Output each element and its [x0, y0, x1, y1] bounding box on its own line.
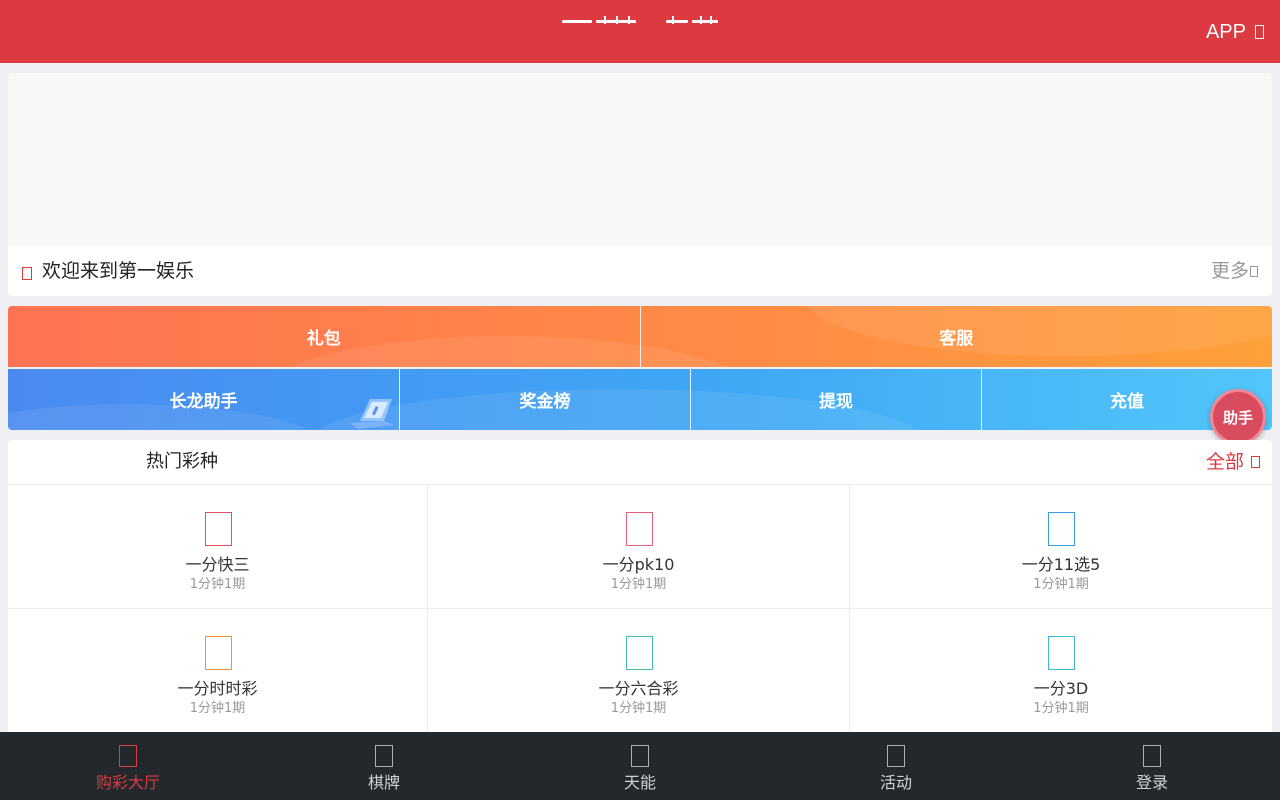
activity-icon: [887, 745, 905, 767]
lottery-icon: [204, 512, 232, 546]
notice-bar[interactable]: 欢迎来到第一娱乐 更多: [8, 246, 1272, 296]
tab-energy[interactable]: 天能: [512, 732, 768, 800]
lottery-icon: [625, 512, 653, 546]
banner-card: 欢迎来到第一娱乐 更多: [8, 73, 1272, 296]
notice-text: 欢迎来到第一娱乐: [42, 260, 195, 282]
user-icon: [1143, 745, 1161, 767]
tab-label: 活动: [879, 773, 912, 792]
lottery-name: 一分11选5: [1021, 555, 1101, 574]
gift-label: 礼包: [306, 329, 341, 349]
customer-service-button[interactable]: 客服: [639, 306, 1273, 367]
withdraw-label: 提现: [819, 392, 853, 412]
lottery-icon: [1048, 636, 1075, 670]
withdraw-button[interactable]: 提现: [690, 369, 981, 430]
energy-icon: [631, 745, 649, 767]
lottery-icon: [625, 636, 653, 670]
lottery-name: 一分pk10: [602, 555, 675, 574]
tab-label: 购彩大厅: [95, 773, 160, 792]
lottery-frequency: 1分钟1期: [189, 701, 246, 716]
helper-label: 助手: [1222, 408, 1253, 427]
lottery-frequency: 1分钟1期: [610, 577, 667, 592]
section-title: 热门彩种: [146, 451, 218, 472]
lottery-tile[interactable]: 一分快三 1分钟1期: [8, 485, 428, 609]
chevron-right-icon: [1251, 456, 1260, 468]
gift-button[interactable]: 礼包: [8, 306, 640, 367]
tab-activity[interactable]: 活动: [768, 732, 1024, 800]
more-label: 更多: [1210, 260, 1249, 282]
lottery-grid: 一分快三 1分钟1期 一分pk10 1分钟1期 一分11选5 1分钟1期 一分时…: [8, 485, 1272, 733]
quick-links-row-2: 长龙助手 奖金榜 提现 充值: [8, 369, 1272, 430]
laptop-icon: [350, 399, 394, 429]
tab-label: 天能: [623, 773, 656, 792]
mobile-icon: [1255, 25, 1264, 39]
quick-links-row-1: 礼包 客服: [8, 306, 1272, 367]
dragon-assistant-button[interactable]: 长龙助手: [8, 369, 399, 430]
tab-cards[interactable]: 棋牌: [256, 732, 512, 800]
more-link[interactable]: 更多: [1211, 259, 1258, 283]
cards-icon: [375, 745, 393, 767]
lottery-name: 一分3D: [1033, 679, 1089, 698]
prize-ranking-label: 奖金榜: [519, 392, 571, 412]
banner-carousel[interactable]: [8, 73, 1272, 246]
lottery-icon: [1048, 512, 1075, 546]
hot-lottery-header: 热门彩种 全部: [8, 440, 1272, 485]
prize-ranking-button[interactable]: 奖金榜: [399, 369, 690, 430]
lottery-frequency: 1分钟1期: [1033, 701, 1089, 716]
top-header: APP: [0, 0, 1280, 63]
lottery-frequency: 1分钟1期: [189, 577, 246, 592]
helper-float-button[interactable]: 助手: [1210, 389, 1266, 445]
tab-lottery-hall[interactable]: 购彩大厅: [0, 732, 256, 800]
lottery-icon: [204, 636, 232, 670]
recharge-label: 充值: [1110, 392, 1144, 412]
bottom-tab-bar: 购彩大厅 棋牌 天能 活动 登录: [0, 732, 1280, 800]
app-download-link[interactable]: APP: [1206, 19, 1264, 45]
hot-lottery-section: 热门彩种 全部 一分快三 1分钟1期 一分pk10 1分钟1期 一分11选5 1…: [8, 440, 1272, 740]
lottery-name: 一分快三: [185, 555, 250, 574]
app-label: APP: [1205, 20, 1246, 43]
lottery-tile[interactable]: 一分3D 1分钟1期: [850, 609, 1272, 733]
view-all-label: 全部: [1205, 451, 1244, 473]
lottery-tile[interactable]: 一分pk10 1分钟1期: [428, 485, 850, 609]
lottery-frequency: 1分钟1期: [1033, 577, 1089, 592]
view-all-link[interactable]: 全部: [1206, 450, 1260, 474]
brand-logo[interactable]: [560, 16, 720, 26]
lottery-tile[interactable]: 一分11选5 1分钟1期: [850, 485, 1272, 609]
lottery-hall-icon: [119, 745, 137, 767]
dragon-assistant-label: 长龙助手: [169, 392, 238, 412]
tab-label: 棋牌: [367, 773, 400, 792]
lottery-tile[interactable]: 一分六合彩 1分钟1期: [428, 609, 850, 733]
lottery-name: 一分六合彩: [598, 679, 679, 698]
chevron-right-icon: [1250, 265, 1258, 277]
tab-label: 登录: [1135, 773, 1168, 792]
speaker-icon: [22, 267, 32, 280]
lottery-name: 一分时时彩: [177, 679, 258, 698]
lottery-frequency: 1分钟1期: [610, 701, 667, 716]
lottery-tile[interactable]: 一分时时彩 1分钟1期: [8, 609, 428, 733]
customer-service-label: 客服: [939, 329, 974, 349]
tab-login[interactable]: 登录: [1024, 732, 1280, 800]
